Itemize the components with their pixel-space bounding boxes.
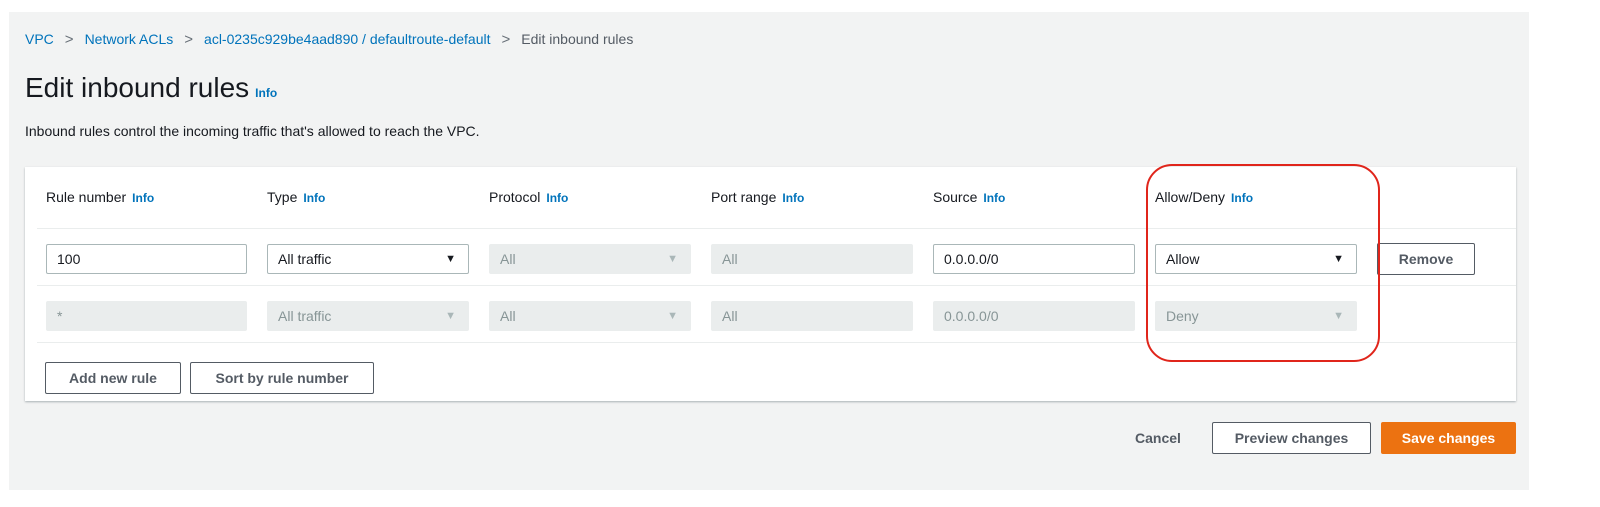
info-link[interactable]: Info xyxy=(983,191,1005,205)
allow-deny-value: Allow xyxy=(1166,251,1200,267)
type-select-value: All traffic xyxy=(278,251,332,267)
caret-down-icon: ▼ xyxy=(1333,310,1344,322)
chevron-right-icon: > xyxy=(501,31,511,48)
info-link[interactable]: Info xyxy=(782,191,804,205)
title-info-link[interactable]: Info xyxy=(255,86,277,100)
cancel-button[interactable]: Cancel xyxy=(1135,423,1181,455)
page-title: Edit inbound rules xyxy=(25,72,250,103)
breadcrumb-acl[interactable]: acl-0235c929be4aad890 / defaultroute-def… xyxy=(204,31,490,47)
col-header-port-range: Port range Info xyxy=(711,189,804,205)
preview-changes-button[interactable]: Preview changes xyxy=(1212,422,1371,454)
info-link[interactable]: Info xyxy=(132,191,154,205)
type-select-value: All traffic xyxy=(278,308,332,324)
sort-by-rule-number-button[interactable]: Sort by rule number xyxy=(190,362,374,394)
page-title-wrapper: Edit inbound rules Info xyxy=(25,72,277,104)
col-label: Port range xyxy=(711,189,777,205)
col-label: Allow/Deny xyxy=(1155,189,1226,205)
allow-deny-select[interactable]: Allow ▼ xyxy=(1155,244,1357,274)
caret-down-icon: ▼ xyxy=(667,253,678,265)
col-header-type: Type Info xyxy=(267,189,325,205)
info-link[interactable]: Info xyxy=(303,191,325,205)
caret-down-icon: ▼ xyxy=(667,310,678,322)
caret-down-icon: ▼ xyxy=(445,310,456,322)
info-link[interactable]: Info xyxy=(1231,191,1253,205)
breadcrumb-network-acls[interactable]: Network ACLs xyxy=(85,31,174,47)
page-description: Inbound rules control the incoming traff… xyxy=(25,123,480,139)
col-label: Type xyxy=(267,189,298,205)
info-link[interactable]: Info xyxy=(546,191,568,205)
chevron-right-icon: > xyxy=(184,31,194,48)
page-container: VPC > Network ACLs > acl-0235c929be4aad890 /… xyxy=(9,12,1529,490)
source-input-default: 0.0.0.0/0 xyxy=(933,301,1135,331)
col-header-allow-deny: Allow/Deny Info xyxy=(1155,189,1253,205)
type-select-default: All traffic ▼ xyxy=(267,301,469,331)
rule-number-input[interactable]: 100 xyxy=(46,244,247,274)
protocol-select: All ▼ xyxy=(489,244,691,274)
protocol-select-value: All xyxy=(500,308,516,324)
caret-down-icon: ▼ xyxy=(1333,253,1344,265)
type-select[interactable]: All traffic ▼ xyxy=(267,244,469,274)
breadcrumb-current: Edit inbound rules xyxy=(521,31,634,47)
protocol-select-value: All xyxy=(500,251,516,267)
breadcrumb-vpc[interactable]: VPC xyxy=(25,31,54,47)
row-divider xyxy=(37,342,1516,343)
rule-number-input-default: * xyxy=(46,301,247,331)
caret-down-icon: ▼ xyxy=(445,253,456,265)
col-header-protocol: Protocol Info xyxy=(489,189,568,205)
col-label: Rule number xyxy=(46,189,127,205)
col-header-source: Source Info xyxy=(933,189,1005,205)
port-range-input-default: All xyxy=(711,301,913,331)
col-label: Protocol xyxy=(489,189,541,205)
col-label: Source xyxy=(933,189,978,205)
allow-deny-value: Deny xyxy=(1166,308,1199,324)
save-changes-button[interactable]: Save changes xyxy=(1381,422,1516,454)
chevron-right-icon: > xyxy=(64,31,74,48)
row-divider xyxy=(37,228,1516,229)
allow-deny-select-default: Deny ▼ xyxy=(1155,301,1357,331)
port-range-input: All xyxy=(711,244,913,274)
row-divider xyxy=(37,285,1516,286)
rules-panel: Rule number Info Type Info Protocol Info Po… xyxy=(25,167,1516,401)
remove-button[interactable]: Remove xyxy=(1377,243,1475,275)
breadcrumb: VPC > Network ACLs > acl-0235c929be4aad890 /… xyxy=(25,31,633,48)
add-new-rule-button[interactable]: Add new rule xyxy=(45,362,181,394)
source-input[interactable]: 0.0.0.0/0 xyxy=(933,244,1135,274)
col-header-rule-number: Rule number Info xyxy=(46,189,154,205)
protocol-select-default: All ▼ xyxy=(489,301,691,331)
